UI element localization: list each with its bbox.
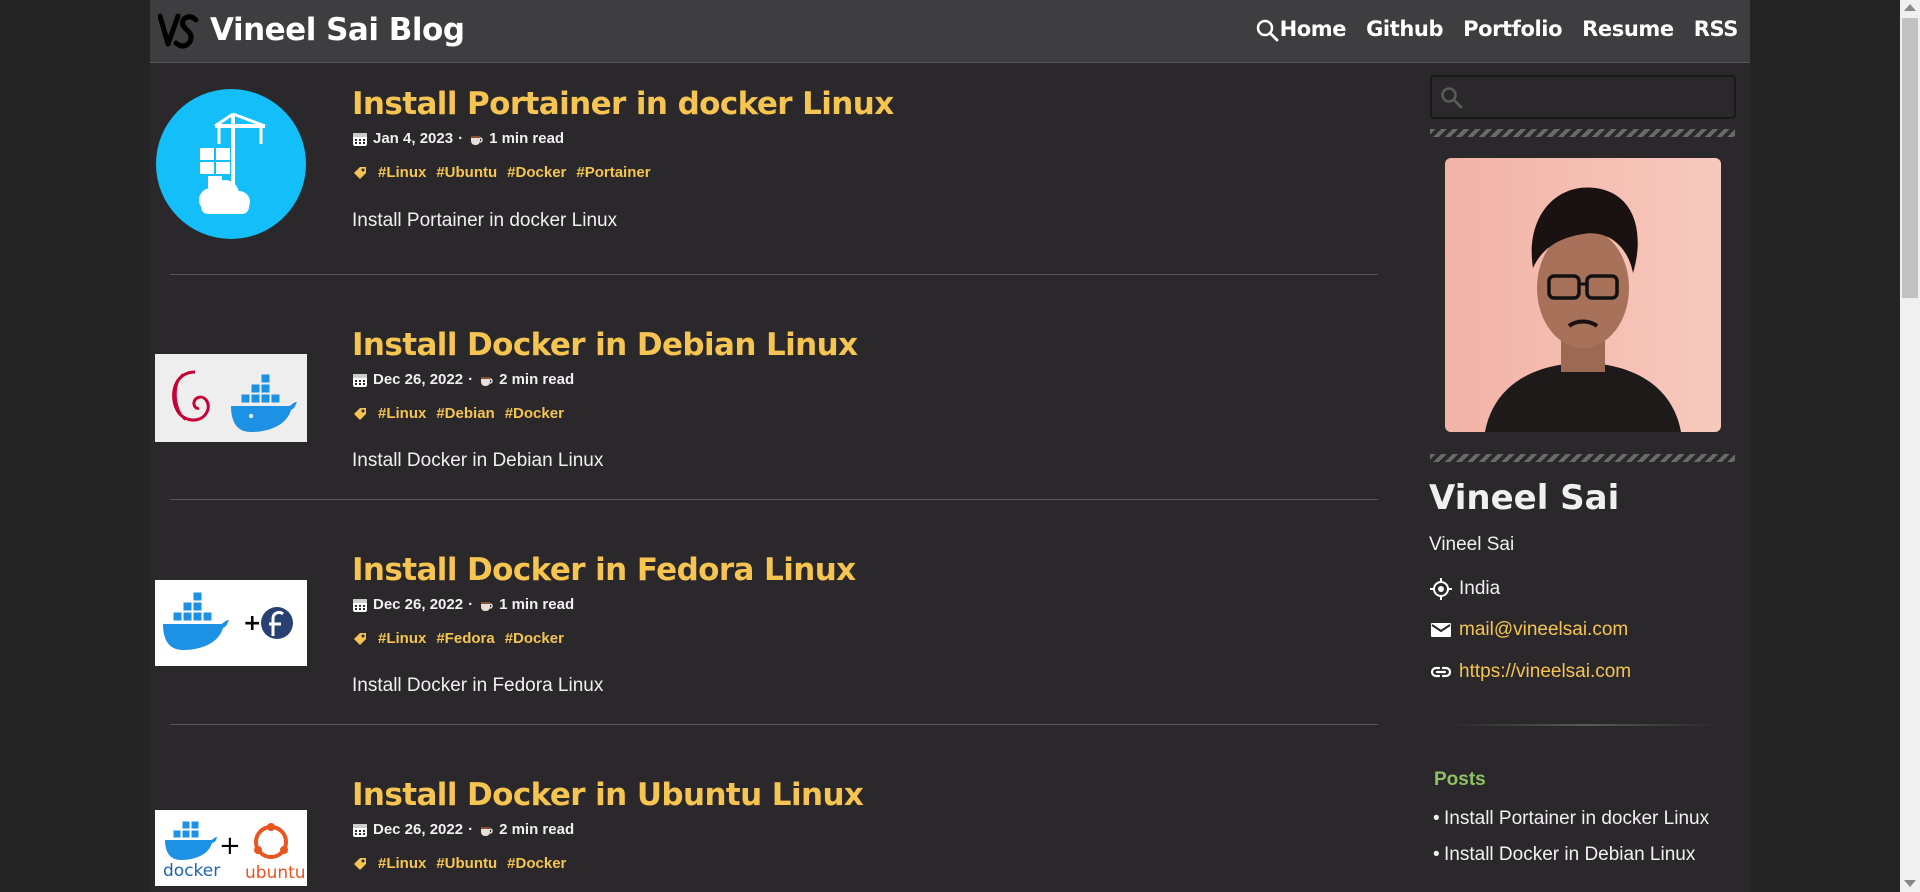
post-date: Dec 26, 2022 — [373, 371, 464, 388]
coffee-icon — [481, 826, 493, 836]
post-meta: Dec 26, 2022 · 1 min read — [352, 596, 574, 613]
meta-separator: · — [468, 371, 474, 388]
post-title[interactable]: Install Docker in Fedora Linux — [352, 552, 856, 588]
nav-link-rss[interactable]: RSS — [1694, 17, 1739, 41]
author-subtitle: Vineel Sai — [1429, 534, 1515, 555]
read-time: 2 min read — [499, 371, 575, 388]
tag-icon — [354, 857, 366, 870]
top-navbar: Vineel Sai Blog Home Github Portfolio Re… — [150, 0, 1750, 63]
tag-icon — [354, 407, 366, 420]
docker-fedora-logo-icon[interactable]: + — [155, 580, 307, 666]
docker-ubuntu-logo-icon[interactable]: docker + ubuntu — [155, 810, 307, 886]
post-tags: #Linux #Ubuntu #Docker — [352, 855, 566, 872]
meta-separator: · — [458, 130, 464, 147]
tag-link[interactable]: #Docker — [507, 855, 566, 872]
tag-icon — [354, 166, 366, 179]
docker-text: docker — [163, 861, 220, 881]
coffee-icon — [471, 135, 483, 145]
recent-posts-list: Install Portainer in docker Linux Instal… — [1433, 801, 1734, 873]
tag-link[interactable]: #Fedora — [436, 630, 494, 647]
meta-separator: · — [468, 596, 474, 613]
tag-link[interactable]: #Docker — [507, 164, 566, 181]
tag-link[interactable]: #Docker — [505, 405, 564, 422]
post-divider — [170, 499, 1378, 500]
post-summary: Install Docker in Fedora Linux — [352, 675, 604, 696]
scroll-up-arrow-icon[interactable] — [1904, 4, 1916, 11]
calendar-icon — [353, 373, 367, 387]
post-tags: #Linux #Debian #Docker — [352, 405, 564, 422]
plus-sign: + — [219, 831, 241, 861]
debian-docker-logo-icon[interactable] — [155, 354, 307, 442]
portainer-logo-icon[interactable] — [155, 88, 307, 240]
post-summary: Install Portainer in docker Linux — [352, 210, 618, 231]
coffee-icon — [481, 601, 493, 611]
read-time: 1 min read — [499, 596, 575, 613]
post-summary: Install Docker in Debian Linux — [352, 450, 604, 471]
author-avatar — [1445, 158, 1721, 432]
tag-icon — [354, 632, 366, 645]
sidebar-divider — [1450, 724, 1720, 726]
tag-link[interactable]: #Linux — [378, 855, 426, 872]
page-container: Vineel Sai Blog Home Github Portfolio Re… — [150, 0, 1750, 892]
tag-link[interactable]: #Portainer — [576, 164, 650, 181]
ubuntu-text: ubuntu — [245, 863, 306, 883]
nav-link-resume[interactable]: Resume — [1582, 17, 1674, 41]
read-time: 2 min read — [499, 821, 575, 838]
post-divider — [170, 274, 1378, 275]
sidebar-search-box — [1430, 75, 1736, 119]
post-tags: #Linux #Fedora #Docker — [352, 630, 564, 647]
location-icon — [1430, 578, 1452, 600]
post-divider — [170, 724, 1378, 725]
hatched-divider — [1430, 454, 1735, 462]
coffee-icon — [481, 376, 493, 386]
post-date: Dec 26, 2022 — [373, 596, 464, 613]
scrollbar-thumb[interactable] — [1902, 18, 1918, 298]
tag-link[interactable]: #Debian — [436, 405, 494, 422]
tag-link[interactable]: #Linux — [378, 630, 426, 647]
post-date: Jan 4, 2023 — [373, 130, 454, 147]
post-title[interactable]: Install Docker in Ubuntu Linux — [352, 777, 864, 813]
plus-sign: + — [243, 611, 261, 636]
posts-heading: Posts — [1434, 769, 1486, 790]
email-link[interactable]: mail@vineelsai.com — [1459, 619, 1628, 641]
location-text: India — [1459, 578, 1501, 599]
search-icon[interactable] — [1255, 18, 1281, 44]
nav-link-github[interactable]: Github — [1366, 17, 1443, 41]
tag-link[interactable]: #Docker — [505, 630, 564, 647]
search-icon — [1441, 87, 1463, 109]
meta-separator: · — [468, 821, 474, 838]
post-meta: Dec 26, 2022 · 2 min read — [352, 821, 574, 838]
tag-link[interactable]: #Ubuntu — [436, 164, 497, 181]
author-website: https://vineelsai.com — [1429, 660, 1631, 684]
calendar-icon — [353, 823, 367, 837]
calendar-icon — [353, 132, 367, 146]
site-title[interactable]: Vineel Sai Blog — [210, 12, 465, 48]
link-icon — [1430, 666, 1452, 678]
nav-links: Home Github Portfolio Resume RSS — [1280, 17, 1739, 41]
post-title[interactable]: Install Portainer in docker Linux — [352, 86, 894, 122]
recent-post-item[interactable]: Install Portainer in docker Linux — [1433, 801, 1734, 837]
tag-link[interactable]: #Linux — [378, 405, 426, 422]
tag-link[interactable]: #Linux — [378, 164, 426, 181]
tag-link[interactable]: #Ubuntu — [436, 855, 497, 872]
calendar-icon — [353, 598, 367, 612]
sidebar-search-input[interactable] — [1472, 83, 1727, 111]
read-time: 1 min read — [489, 130, 565, 147]
post-tags: #Linux #Ubuntu #Docker #Portainer — [352, 164, 651, 181]
site-logo-icon[interactable] — [158, 10, 202, 52]
scroll-down-arrow-icon[interactable] — [1904, 880, 1916, 887]
post-meta: Dec 26, 2022 · 2 min read — [352, 371, 574, 388]
website-link[interactable]: https://vineelsai.com — [1459, 661, 1631, 683]
nav-link-home[interactable]: Home — [1280, 17, 1347, 41]
post-date: Dec 26, 2022 — [373, 821, 464, 838]
author-name: Vineel Sai — [1429, 478, 1620, 518]
hatched-divider — [1430, 129, 1735, 137]
mail-icon — [1431, 623, 1451, 637]
post-title[interactable]: Install Docker in Debian Linux — [352, 327, 858, 363]
post-meta: Jan 4, 2023 · 1 min read — [352, 130, 564, 147]
author-location: India — [1429, 577, 1500, 601]
author-email: mail@vineelsai.com — [1429, 618, 1628, 642]
recent-post-item[interactable]: Install Docker in Debian Linux — [1433, 837, 1734, 873]
nav-link-portfolio[interactable]: Portfolio — [1463, 17, 1562, 41]
